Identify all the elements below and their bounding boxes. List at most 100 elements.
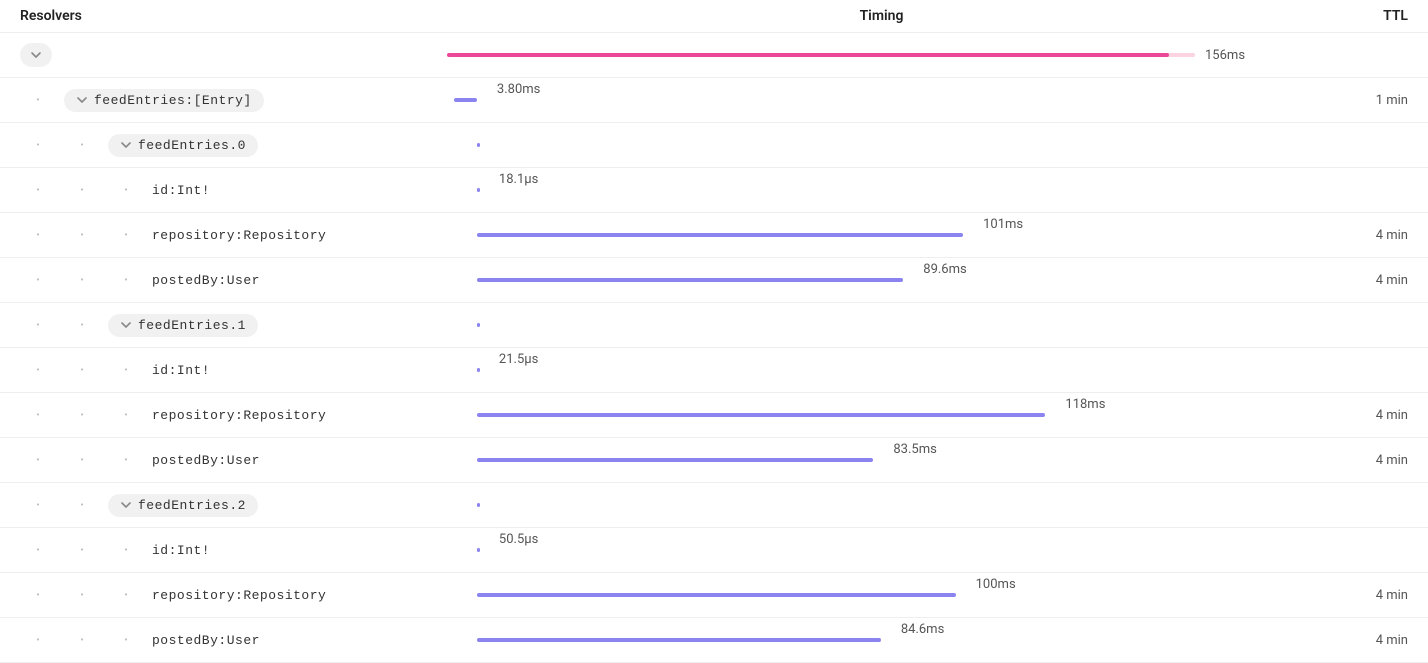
chevron-down-icon: [76, 94, 88, 106]
total-timing-bar: 156ms: [435, 43, 1328, 67]
tree-indent-dot: •: [64, 185, 100, 196]
timing-label: 21.5µs: [499, 352, 538, 367]
duration-bar: [477, 278, 903, 282]
ttl-value: 4 min: [1328, 588, 1408, 603]
tree-indent-dot: •: [20, 455, 56, 466]
header-resolvers: Resolvers: [20, 8, 435, 24]
header-timing: Timing: [435, 8, 1328, 24]
tree-indent-dot: •: [20, 140, 56, 151]
tree-indent-dot: •: [20, 95, 56, 106]
timing-bar: [435, 313, 1328, 337]
resolver-toggle[interactable]: feedEntries.1: [108, 314, 258, 337]
tree-indent-dot: •: [64, 365, 100, 376]
resolver-row: •••repository:Repository118ms4 min: [0, 393, 1428, 438]
timing-label: 89.6ms: [923, 262, 966, 277]
resolver-label: postedBy:User: [152, 633, 260, 648]
tree-indent-dot: •: [108, 545, 144, 556]
resolver-label: feedEntries:[Entry]: [94, 93, 252, 108]
timing-label: 3.80ms: [497, 82, 540, 97]
tree-indent-dot: •: [64, 500, 100, 511]
duration-bar: [477, 458, 873, 462]
timing-bar: 101ms: [435, 223, 1328, 247]
timing-label: 100ms: [976, 577, 1016, 592]
ttl-value: 4 min: [1328, 453, 1408, 468]
resolver-label: id:Int!: [152, 543, 210, 558]
resolver-toggle[interactable]: feedEntries:[Entry]: [64, 89, 264, 112]
timing-bar: 21.5µs: [435, 358, 1328, 382]
resolver-row: • • • id:Int! 18.1µs: [0, 168, 1428, 213]
timing-label: 84.6ms: [901, 622, 944, 637]
tree-indent-dot: •: [64, 635, 100, 646]
resolver-label: feedEntries.1: [138, 318, 246, 333]
duration-bar: [477, 638, 881, 642]
tree-indent-dot: •: [64, 410, 100, 421]
chevron-down-icon: [120, 319, 132, 331]
timing-bar: 18.1µs: [435, 178, 1328, 202]
tree-indent-dot: •: [20, 410, 56, 421]
tree-indent-dot: •: [108, 635, 144, 646]
tree-indent-dot: •: [20, 185, 56, 196]
resolver-label: postedBy:User: [152, 273, 260, 288]
tree-indent-dot: •: [20, 320, 56, 331]
duration-bar: [477, 233, 963, 237]
duration-bar: [477, 413, 1045, 417]
tree-indent-dot: •: [108, 590, 144, 601]
tree-indent-dot: •: [108, 230, 144, 241]
resolver-label: id:Int!: [152, 183, 210, 198]
tree-indent-dot: •: [64, 275, 100, 286]
tree-indent-dot: •: [64, 140, 100, 151]
tree-indent-dot: •: [20, 500, 56, 511]
duration-dot: [477, 188, 480, 192]
timing-label: 118ms: [1065, 397, 1105, 412]
duration-dot: [477, 323, 480, 327]
resolver-row: • • feedEntries.2: [0, 483, 1428, 528]
tree-indent-dot: •: [20, 275, 56, 286]
timing-bar: 3.80ms: [435, 88, 1328, 112]
total-timing-label: 156ms: [1205, 48, 1245, 63]
tree-indent-dot: •: [108, 185, 144, 196]
resolver-label: repository:Repository: [152, 228, 326, 243]
timing-label: 50.5µs: [499, 532, 538, 547]
tree-indent-dot: •: [20, 590, 56, 601]
tree-indent-dot: •: [20, 545, 56, 556]
ttl-value: 4 min: [1328, 633, 1408, 648]
resolver-row: •••postedBy:User83.5ms4 min: [0, 438, 1428, 483]
timing-bar: [435, 493, 1328, 517]
resolver-row: •••id:Int!21.5µs: [0, 348, 1428, 393]
duration-dot: [477, 143, 480, 147]
resolver-label: feedEntries.0: [138, 138, 246, 153]
resolver-row: •••repository:Repository100ms4 min: [0, 573, 1428, 618]
tree-indent-dot: •: [64, 455, 100, 466]
resolver-row: • • feedEntries.0: [0, 123, 1428, 168]
timing-bar: 100ms: [435, 583, 1328, 607]
ttl-value: 4 min: [1328, 273, 1408, 288]
tree-indent-dot: •: [108, 365, 144, 376]
timing-bar: 50.5µs: [435, 538, 1328, 562]
collapse-all-toggle[interactable]: [20, 43, 52, 67]
resolver-label: repository:Repository: [152, 408, 326, 423]
total-bar-fg: [447, 53, 1169, 57]
resolver-row: •••repository:Repository101ms4 min: [0, 213, 1428, 258]
tree-indent-dot: •: [64, 230, 100, 241]
resolver-label: postedBy:User: [152, 453, 260, 468]
chevron-down-icon: [120, 499, 132, 511]
ttl-value: 4 min: [1328, 408, 1408, 423]
tree-indent-dot: •: [108, 410, 144, 421]
duration-dot: [477, 548, 480, 552]
resolver-toggle[interactable]: feedEntries.2: [108, 494, 258, 517]
tree-indent-dot: •: [64, 545, 100, 556]
timing-bar: 118ms: [435, 403, 1328, 427]
resolver-toggle[interactable]: feedEntries.0: [108, 134, 258, 157]
tree-indent-dot: •: [64, 590, 100, 601]
chevron-down-icon: [30, 49, 42, 61]
ttl-value: 1 min: [1328, 93, 1408, 108]
resolver-row: • • • postedBy:User 89.6ms 4 min: [0, 258, 1428, 303]
ttl-value: 4 min: [1328, 228, 1408, 243]
tree-indent-dot: •: [20, 365, 56, 376]
timing-bar: [435, 133, 1328, 157]
table-header: Resolvers Timing TTL: [0, 0, 1428, 33]
tree-indent-dot: •: [108, 275, 144, 286]
duration-bar: [477, 593, 956, 597]
resolver-row: • • • id:Int! 50.5µs: [0, 528, 1428, 573]
resolver-row: •feedEntries:[Entry]3.80ms1 min: [0, 78, 1428, 123]
